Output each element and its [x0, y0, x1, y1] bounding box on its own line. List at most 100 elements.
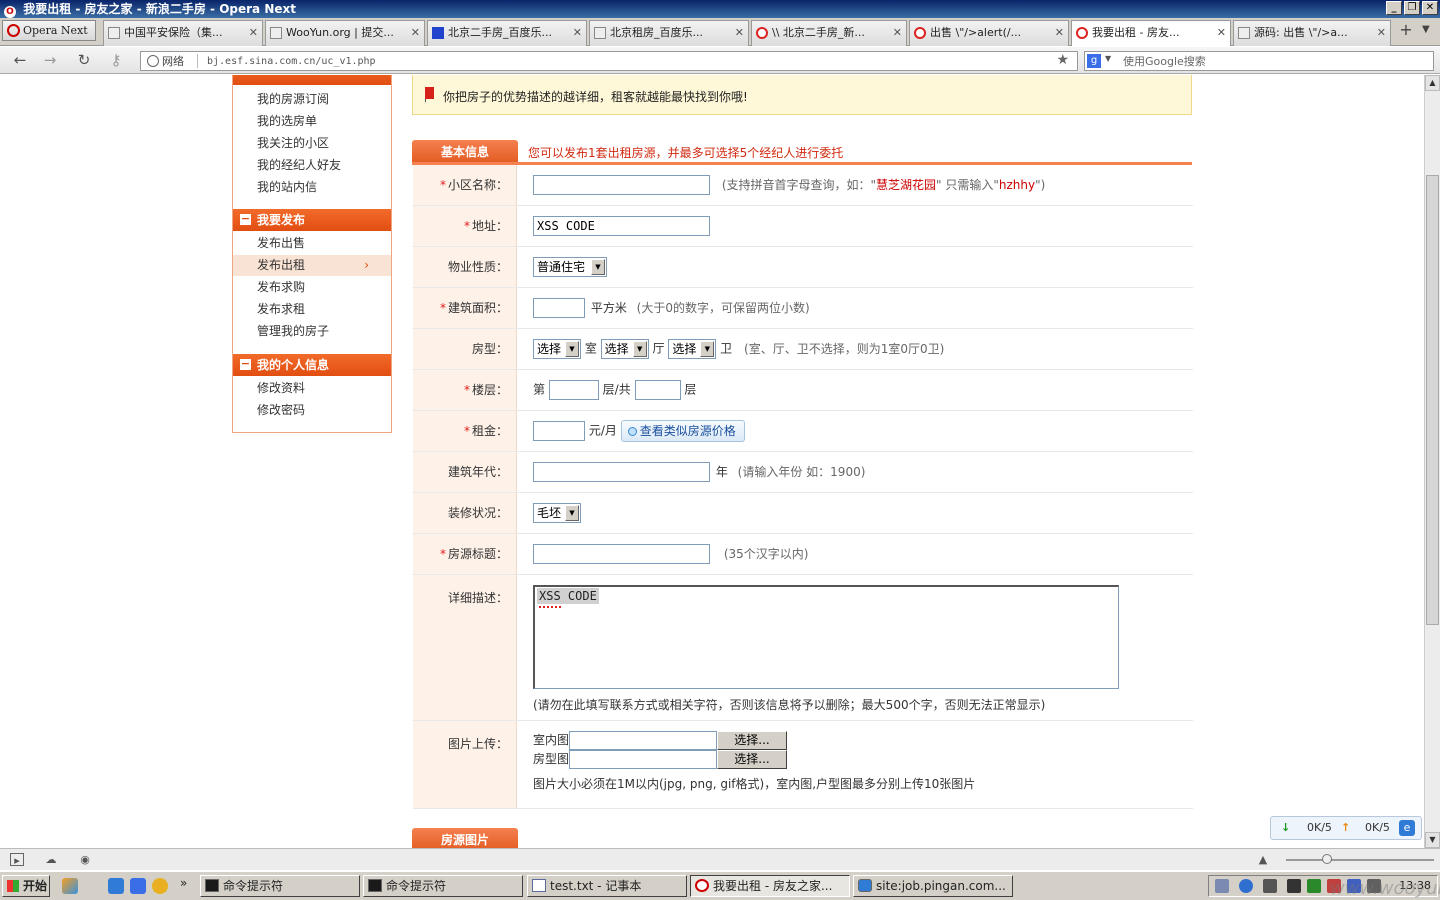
view-similar-prices-button[interactable]: 查看类似房源价格: [620, 420, 745, 442]
baths-select[interactable]: 选择 ▼: [668, 339, 717, 359]
browser-tab[interactable]: WooYun.org | 提交... ✕: [265, 20, 425, 46]
minimize-button[interactable]: _: [1386, 1, 1402, 15]
network-icon[interactable]: [1215, 879, 1229, 893]
url-text[interactable]: bj.esf.sina.com.cn/uc_v1.php: [207, 53, 376, 70]
google-icon[interactable]: g: [1087, 54, 1101, 68]
tab-list-chevron-icon[interactable]: ▼: [1422, 24, 1430, 35]
sidebar-item-publish-want-rent[interactable]: 发布求租: [233, 299, 391, 320]
decoration-select[interactable]: 毛坯 ▼: [533, 503, 581, 523]
floor-input[interactable]: [548, 380, 599, 400]
desktop-icon[interactable]: [130, 878, 146, 894]
sidebar-item-publish-buy[interactable]: 发布求购: [233, 277, 391, 298]
help-icon[interactable]: [1239, 879, 1253, 893]
description-textarea[interactable]: XSS CODE: [533, 585, 1119, 689]
sidebar-item[interactable]: 我的选房单: [233, 111, 391, 132]
transfer-status-widget[interactable]: ↓ 0K/5 ↑ 0K/5 e: [1270, 816, 1422, 840]
forward-arrow-icon[interactable]: →: [40, 51, 60, 69]
sidebar-item-publish-rent[interactable]: 发布出租 ›: [233, 255, 391, 276]
taskbar-button[interactable]: site:job.pingan.com...: [853, 875, 1013, 897]
collapse-minus-icon[interactable]: −: [240, 213, 251, 225]
maximize-button[interactable]: ❐: [1404, 1, 1420, 15]
start-button[interactable]: 开始: [2, 875, 50, 897]
quicklaunch-icon[interactable]: [62, 878, 78, 894]
back-arrow-icon[interactable]: ←: [10, 51, 30, 69]
cloud-icon[interactable]: ☁: [44, 853, 58, 866]
scroll-up-arrow-icon[interactable]: ▲: [1425, 75, 1440, 91]
collapse-minus-icon[interactable]: −: [240, 358, 251, 370]
plan-file-field[interactable]: [569, 750, 718, 769]
monitor-icon[interactable]: [1287, 879, 1301, 893]
build-year-input[interactable]: [533, 462, 710, 482]
rent-input[interactable]: [533, 421, 585, 441]
scroll-thumb[interactable]: [1426, 175, 1439, 625]
plan-choose-button[interactable]: 选择...: [717, 750, 788, 769]
close-window-button[interactable]: ✕: [1422, 1, 1438, 15]
close-tab-icon[interactable]: ✕: [249, 21, 258, 45]
sidebar-item-manage-houses[interactable]: 管理我的房子: [233, 321, 391, 342]
quicklaunch-more-icon[interactable]: »: [180, 876, 187, 890]
close-tab-icon[interactable]: ✕: [1217, 21, 1226, 45]
community-input[interactable]: [533, 175, 710, 195]
vertical-scrollbar[interactable]: ▲ ▼: [1424, 75, 1440, 848]
indoor-file-field[interactable]: [569, 731, 718, 750]
taskbar-button[interactable]: test.txt - 记事本: [527, 875, 687, 897]
sidebar-item[interactable]: 我的房源订阅: [233, 89, 391, 110]
reload-icon[interactable]: ↻: [74, 51, 94, 69]
upload-rate: 0K/5: [1365, 821, 1390, 834]
sidebar-section-publish[interactable]: − 我要发布: [233, 209, 391, 231]
close-tab-icon[interactable]: ✕: [893, 21, 902, 45]
sidebar-item[interactable]: 我的经纪人好友: [233, 155, 391, 176]
area-input[interactable]: [533, 298, 585, 318]
sidebar-item[interactable]: 我的站内信: [233, 177, 391, 198]
transfers-icon[interactable]: e: [1399, 820, 1415, 836]
taskbar-button[interactable]: 命令提示符: [363, 875, 523, 897]
zoom-slider[interactable]: [1286, 854, 1434, 864]
close-tab-icon[interactable]: ✕: [1377, 21, 1386, 45]
search-field[interactable]: g ▼ 使用Google搜索: [1084, 51, 1434, 71]
messenger-icon[interactable]: [152, 878, 168, 894]
security-icon[interactable]: [1307, 879, 1321, 893]
windows-taskbar: 开始 » 命令提示符 命令提示符 test.txt - 记事本 我要出租 - 房…: [0, 871, 1440, 900]
halls-unit: 厅: [652, 341, 665, 356]
browser-tab[interactable]: 源码: 出售 \"/>a... ✕: [1233, 20, 1391, 46]
panel-toggle-icon[interactable]: ▸: [10, 853, 24, 867]
key-icon[interactable]: ⚷: [106, 51, 126, 69]
browser-tab[interactable]: 中国平安保险（集... ✕: [103, 20, 263, 46]
opera-menu-button[interactable]: Opera Next: [2, 20, 96, 41]
browser-tab[interactable]: \\ 北京二手房_新... ✕: [751, 20, 907, 46]
speed-dial-icon[interactable]: ◉: [78, 853, 92, 866]
taskbar-button-active[interactable]: 我要出租 - 房友之家...: [690, 875, 850, 897]
url-separator: [197, 54, 198, 68]
zoom-up-icon[interactable]: ▲: [1256, 853, 1270, 866]
close-tab-icon[interactable]: ✕: [1055, 21, 1064, 45]
sidebar-item-publish-sale[interactable]: 发布出售: [233, 233, 391, 254]
sidebar-item-change-password[interactable]: 修改密码: [233, 400, 391, 421]
address-input[interactable]: XSS CODE: [533, 216, 710, 236]
total-floors-input[interactable]: [634, 380, 681, 400]
tray-expand-icon[interactable]: [1263, 879, 1277, 893]
security-indicator[interactable]: 网络: [147, 53, 184, 70]
property-type-select[interactable]: 普通住宅 ▼: [533, 257, 607, 277]
bookmark-star-icon[interactable]: ★: [1056, 52, 1069, 68]
close-tab-icon[interactable]: ✕: [411, 21, 420, 45]
close-tab-icon[interactable]: ✕: [573, 21, 582, 45]
scroll-down-arrow-icon[interactable]: ▼: [1425, 832, 1440, 848]
ie-icon[interactable]: [108, 878, 124, 894]
listing-title-input[interactable]: [533, 544, 710, 564]
sidebar-item-edit-profile[interactable]: 修改资料: [233, 378, 391, 399]
sidebar-section-profile[interactable]: − 我的个人信息: [233, 354, 391, 376]
new-tab-plus-icon[interactable]: +: [1396, 22, 1416, 40]
close-tab-icon[interactable]: ✕: [735, 21, 744, 45]
browser-tab[interactable]: 出售 \"/>alert(/... ✕: [909, 20, 1069, 46]
browser-tab[interactable]: 北京二手房_百度乐... ✕: [427, 20, 587, 46]
indoor-choose-button[interactable]: 选择...: [717, 731, 788, 750]
browser-tab-active[interactable]: 我要出租 - 房友... ✕: [1071, 20, 1231, 46]
browser-tab[interactable]: 北京租房_百度乐... ✕: [589, 20, 749, 46]
chevron-down-icon[interactable]: ▼: [1105, 54, 1111, 63]
taskbar-button[interactable]: 命令提示符: [200, 875, 360, 897]
halls-select[interactable]: 选择 ▼: [600, 339, 649, 359]
sidebar-item[interactable]: 我关注的小区: [233, 133, 391, 154]
rooms-select[interactable]: 选择 ▼: [533, 339, 581, 359]
address-field[interactable]: 网络 bj.esf.sina.com.cn/uc_v1.php ★: [140, 51, 1078, 71]
zoom-slider-knob[interactable]: [1322, 854, 1332, 864]
